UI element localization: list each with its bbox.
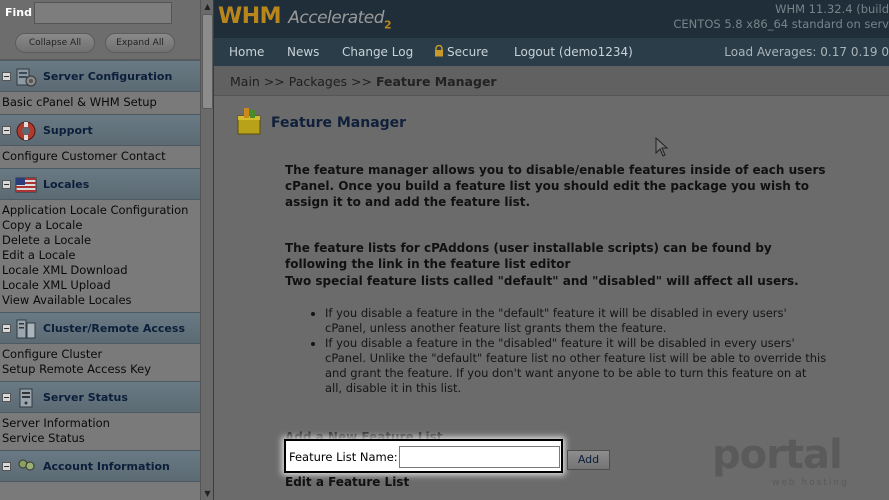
header: WHM Accelerated2 WHM 11.32.4 (build CENT… xyxy=(214,0,889,38)
find-input[interactable] xyxy=(34,2,172,24)
sidebar-item-locale-xml-download[interactable]: Locale XML Download xyxy=(2,263,200,278)
server-configuration-icon xyxy=(16,68,37,87)
os-info: CENTOS 5.8 x86_64 standard on serv xyxy=(673,17,889,31)
page-title: Feature Manager xyxy=(271,115,407,131)
section-title: Cluster/Remote Access xyxy=(43,322,185,335)
collapse-toggle-icon[interactable]: − xyxy=(2,462,11,471)
scroll-down-arrow-icon[interactable]: ▼ xyxy=(201,487,214,500)
expand-all-button[interactable]: Expand All xyxy=(105,33,175,53)
section-title: Server Status xyxy=(43,391,128,404)
section-items: Configure Cluster Setup Remote Access Ke… xyxy=(0,344,200,381)
section-items: Configure Customer Contact xyxy=(0,146,200,168)
collapse-toggle-icon[interactable]: − xyxy=(2,180,11,189)
support-lifebuoy-icon xyxy=(16,121,36,141)
nav-secure[interactable]: Secure xyxy=(434,45,488,59)
sidebar-item-service-status[interactable]: Service Status xyxy=(2,431,200,446)
breadcrumb: Main >> Packages >> Feature Manager xyxy=(214,66,889,96)
scroll-up-arrow-icon[interactable]: ▲ xyxy=(201,0,214,13)
section-items: Application Locale Configuration Copy a … xyxy=(0,200,200,312)
edit-feature-list-heading: Edit a Feature List xyxy=(285,475,410,489)
feature-manager-icon xyxy=(237,108,261,135)
collapse-toggle-icon[interactable]: − xyxy=(2,324,11,333)
sidebar-item-basic-setup[interactable]: Basic cPanel & WHM Setup xyxy=(2,95,200,110)
watermark-sub: web hosting xyxy=(772,478,849,488)
section-support[interactable]: − Support xyxy=(0,114,200,146)
intro-paragraph: The feature manager allows you to disabl… xyxy=(285,163,826,209)
sidebar-item-configure-contact[interactable]: Configure Customer Contact xyxy=(2,149,200,164)
left-navigation-panel: Find Collapse All Expand All − Server Co… xyxy=(0,0,200,500)
lock-icon xyxy=(435,45,443,57)
section-items: Server Information Service Status xyxy=(0,413,200,450)
sidebar-item-copy-locale[interactable]: Copy a Locale xyxy=(2,218,200,233)
nav-secure-label: Secure xyxy=(447,45,489,59)
logo-two: 2 xyxy=(384,18,392,32)
mouse-cursor-icon xyxy=(655,137,669,157)
watermark-brand: portal xyxy=(712,432,843,478)
info-bullets: If you disable a feature in the "default… xyxy=(307,306,827,396)
breadcrumb-current: Feature Manager xyxy=(375,74,497,89)
find-label: Find xyxy=(5,6,32,19)
top-nav: Home News Change Log Secure Logout (demo… xyxy=(214,38,889,66)
section-cluster-remote-access[interactable]: − Cluster/Remote Access xyxy=(0,312,200,344)
sidebar-item-edit-locale[interactable]: Edit a Locale xyxy=(2,248,200,263)
bullet-default: If you disable a feature in the "default… xyxy=(325,306,827,336)
main-panel: WHM Accelerated2 WHM 11.32.4 (build CENT… xyxy=(214,0,889,500)
sidebar-item-view-locales[interactable]: View Available Locales xyxy=(2,293,200,308)
sidebar-item-remote-access-key[interactable]: Setup Remote Access Key xyxy=(2,362,200,377)
nav-news[interactable]: News xyxy=(287,45,319,59)
feature-list-name-input[interactable] xyxy=(399,446,560,468)
collapse-toggle-icon[interactable]: − xyxy=(2,126,11,135)
sidebar-item-app-locale-config[interactable]: Application Locale Configuration xyxy=(2,203,200,218)
logo-main: WHM xyxy=(218,4,282,29)
cluster-icon xyxy=(16,319,36,339)
sidebar-item-delete-locale[interactable]: Delete a Locale xyxy=(2,233,200,248)
section-server-status[interactable]: − Server Status xyxy=(0,381,200,413)
cpaddons-paragraph: The feature lists for cPAddons (user ins… xyxy=(285,241,772,271)
section-server-configuration[interactable]: − Server Configuration xyxy=(0,60,200,92)
sidebar-item-server-information[interactable]: Server Information xyxy=(2,416,200,431)
feature-list-name-row: Feature List Name: xyxy=(284,439,563,473)
section-title: Server Configuration xyxy=(43,70,173,83)
bullet-disabled: If you disable a feature in the "disable… xyxy=(325,336,827,396)
section-locales[interactable]: − Locales xyxy=(0,168,200,200)
watermark: portal web hosting xyxy=(712,432,862,492)
scrollbar-thumb[interactable] xyxy=(202,14,213,109)
add-button[interactable]: Add xyxy=(567,450,610,470)
nav-changelog[interactable]: Change Log xyxy=(342,45,413,59)
load-averages: Load Averages: 0.17 0.19 0 xyxy=(724,45,889,59)
sidebar-scrollbar[interactable]: ▲ ▼ xyxy=(200,0,213,500)
sidebar-item-locale-xml-upload[interactable]: Locale XML Upload xyxy=(2,278,200,293)
section-title: Locales xyxy=(43,178,90,191)
find-bar: Find Collapse All Expand All xyxy=(0,0,200,60)
section-account-information[interactable]: − Account Information xyxy=(0,450,200,482)
breadcrumb-path[interactable]: Main >> Packages >> xyxy=(230,74,376,89)
section-title: Account Information xyxy=(43,460,170,473)
server-status-icon xyxy=(19,388,33,408)
collapse-toggle-icon[interactable]: − xyxy=(2,393,11,402)
feature-list-name-label: Feature List Name: xyxy=(289,450,398,464)
whm-logo: WHM Accelerated2 xyxy=(218,4,392,32)
logo-accent: Accelerated xyxy=(288,8,385,28)
version-info: WHM 11.32.4 (build xyxy=(775,2,889,16)
collapse-toggle-icon[interactable]: − xyxy=(2,72,11,81)
section-title: Support xyxy=(43,124,93,137)
special-lists-paragraph: Two special feature lists called "defaul… xyxy=(285,274,799,288)
sidebar-item-configure-cluster[interactable]: Configure Cluster xyxy=(2,347,200,362)
nav-logout[interactable]: Logout (demo1234) xyxy=(514,45,633,59)
section-items: Basic cPanel & WHM Setup xyxy=(0,92,200,114)
account-information-icon xyxy=(18,459,35,471)
nav-home[interactable]: Home xyxy=(229,45,264,59)
flag-icon xyxy=(15,177,37,193)
collapse-all-button[interactable]: Collapse All xyxy=(15,33,95,53)
